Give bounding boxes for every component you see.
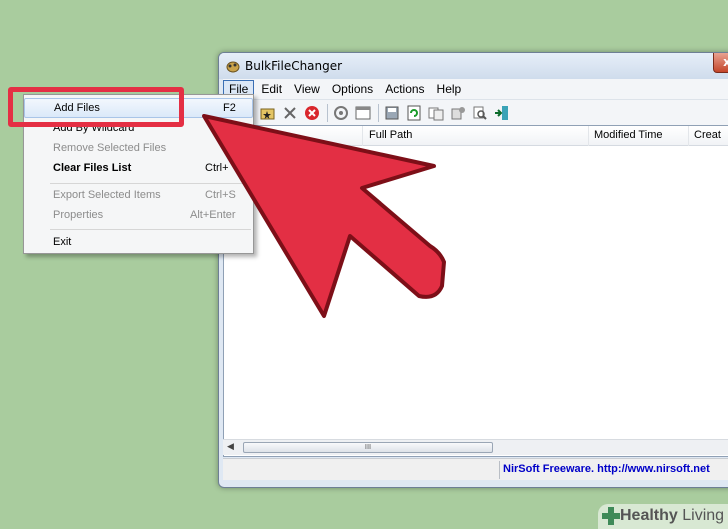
watermark-text: Healthy Living (620, 507, 724, 525)
healthy-living-watermark: Healthy Living (598, 504, 728, 529)
watermark-thin: Living (677, 507, 725, 524)
health-cross-icon (602, 507, 620, 528)
watermark-bold: Healthy (620, 507, 678, 524)
annotation-arrow-icon (202, 114, 446, 318)
